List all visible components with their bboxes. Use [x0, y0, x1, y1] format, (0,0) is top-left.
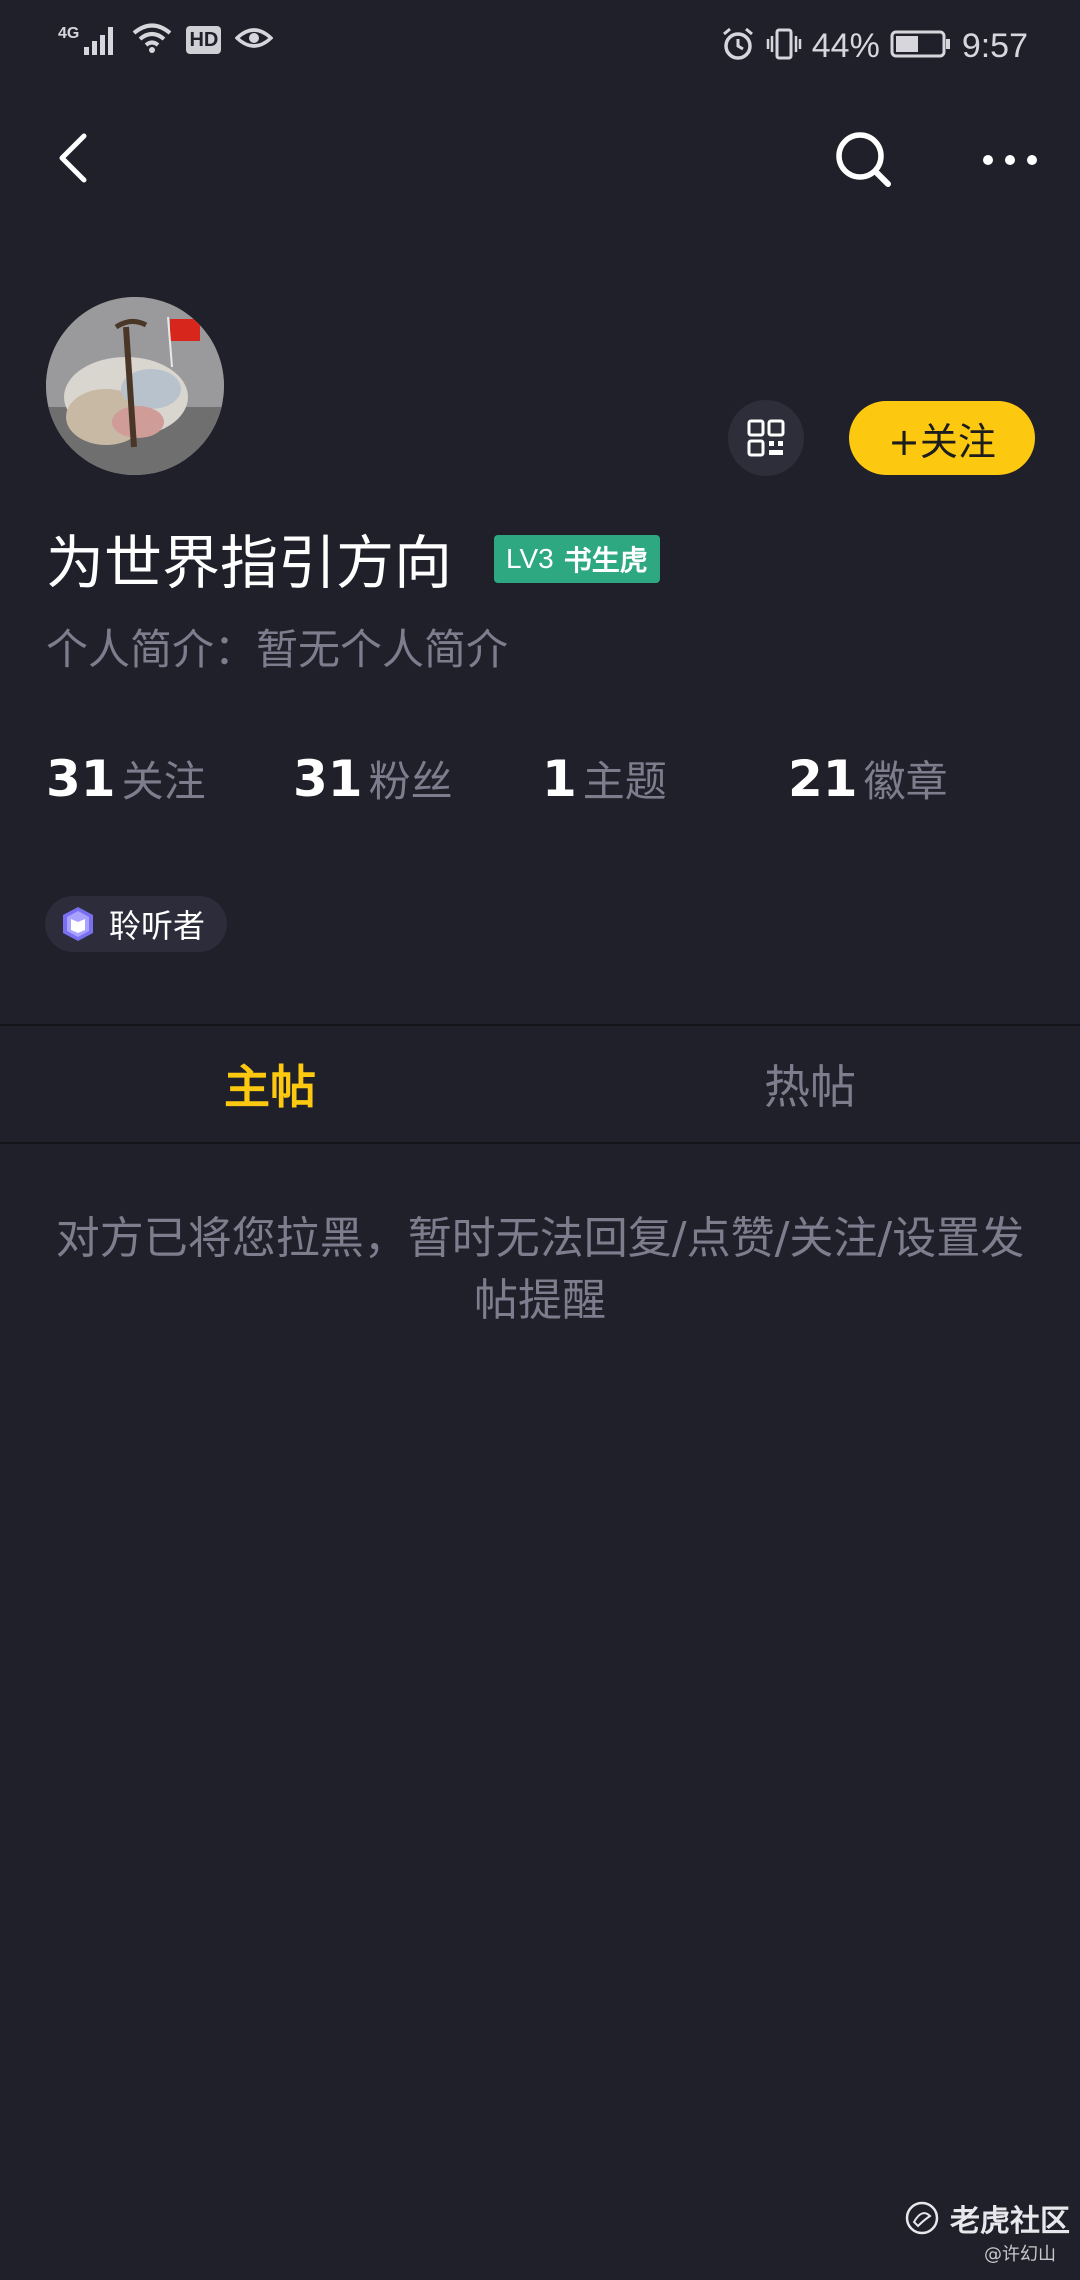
signal-icon: 4G — [58, 25, 118, 55]
watermark-name: 老虎社区 — [950, 2204, 1070, 2239]
stat-followers[interactable]: 31 粉丝 — [293, 748, 453, 809]
tag-chip-listener[interactable]: 聆听者 — [45, 896, 228, 952]
search-icon — [836, 132, 891, 187]
tab-hot-posts[interactable]: 热帖 — [540, 1026, 1080, 1142]
status-bar: 4G HD 44% 9:57 — [0, 0, 1080, 92]
stat-following-count: 31 — [46, 750, 116, 808]
search-button[interactable] — [832, 128, 896, 192]
wifi-icon — [132, 22, 172, 58]
stats-row: 31 关注 31 粉丝 1 主题 21 徽章 — [0, 748, 1080, 818]
stat-badges-label: 徽章 — [863, 757, 948, 806]
watermark-handle: @许幻山 — [984, 2244, 1056, 2265]
listener-badge-icon — [63, 907, 93, 941]
watermark: 老虎社区 — [904, 2196, 1070, 2240]
stat-topics[interactable]: 1 主题 — [542, 748, 667, 809]
stat-following[interactable]: 31 关注 — [46, 748, 206, 809]
username: 为世界指引方向 — [46, 529, 453, 597]
more-icon — [983, 155, 1037, 165]
stat-followers-count: 31 — [293, 750, 363, 808]
clock: 9:57 — [961, 27, 1028, 65]
tab-bar: 主帖 热帖 — [0, 1026, 1080, 1142]
stat-topics-count: 1 — [542, 750, 577, 808]
stat-badges[interactable]: 21 徽章 — [788, 748, 948, 809]
avatar[interactable] — [46, 297, 224, 475]
stat-topics-label: 主题 — [582, 757, 667, 806]
status-left: 4G HD — [58, 22, 274, 58]
status-right: 44% 9:57 — [720, 22, 1028, 70]
stat-following-label: 关注 — [121, 757, 206, 806]
vibrate-icon — [766, 26, 802, 66]
battery-percent: 44% — [811, 27, 880, 65]
qr-code-button[interactable] — [728, 400, 804, 476]
divider-bottom — [0, 1142, 1080, 1144]
bio: 个人简介：暂无个人简介 — [46, 625, 509, 674]
stat-badges-count: 21 — [788, 750, 858, 808]
community-logo-icon — [905, 2201, 939, 2235]
hd-icon: HD — [186, 26, 222, 54]
more-button[interactable] — [978, 128, 1042, 192]
eye-icon — [234, 24, 274, 56]
level-label: LV3 — [506, 543, 554, 574]
stat-followers-label: 粉丝 — [368, 757, 453, 806]
follow-button[interactable]: +关注 — [849, 401, 1035, 475]
qr-code-icon — [747, 419, 785, 457]
avatar-image — [46, 297, 224, 475]
blocked-notice: 对方已将您拉黑，暂时无法回复/点赞/关注/设置发帖提醒 — [55, 1213, 1025, 1326]
back-button[interactable] — [46, 128, 106, 188]
tag-chip-label: 聆听者 — [109, 907, 206, 945]
tab-main-posts[interactable]: 主帖 — [0, 1026, 540, 1142]
network-type: 4G — [58, 25, 80, 42]
level-badge: LV3 书生虎 — [494, 535, 660, 583]
level-title: 书生虎 — [563, 544, 648, 577]
back-icon — [59, 133, 87, 183]
top-bar — [0, 110, 1080, 210]
alarm-icon — [720, 26, 756, 66]
battery-icon — [890, 29, 952, 63]
